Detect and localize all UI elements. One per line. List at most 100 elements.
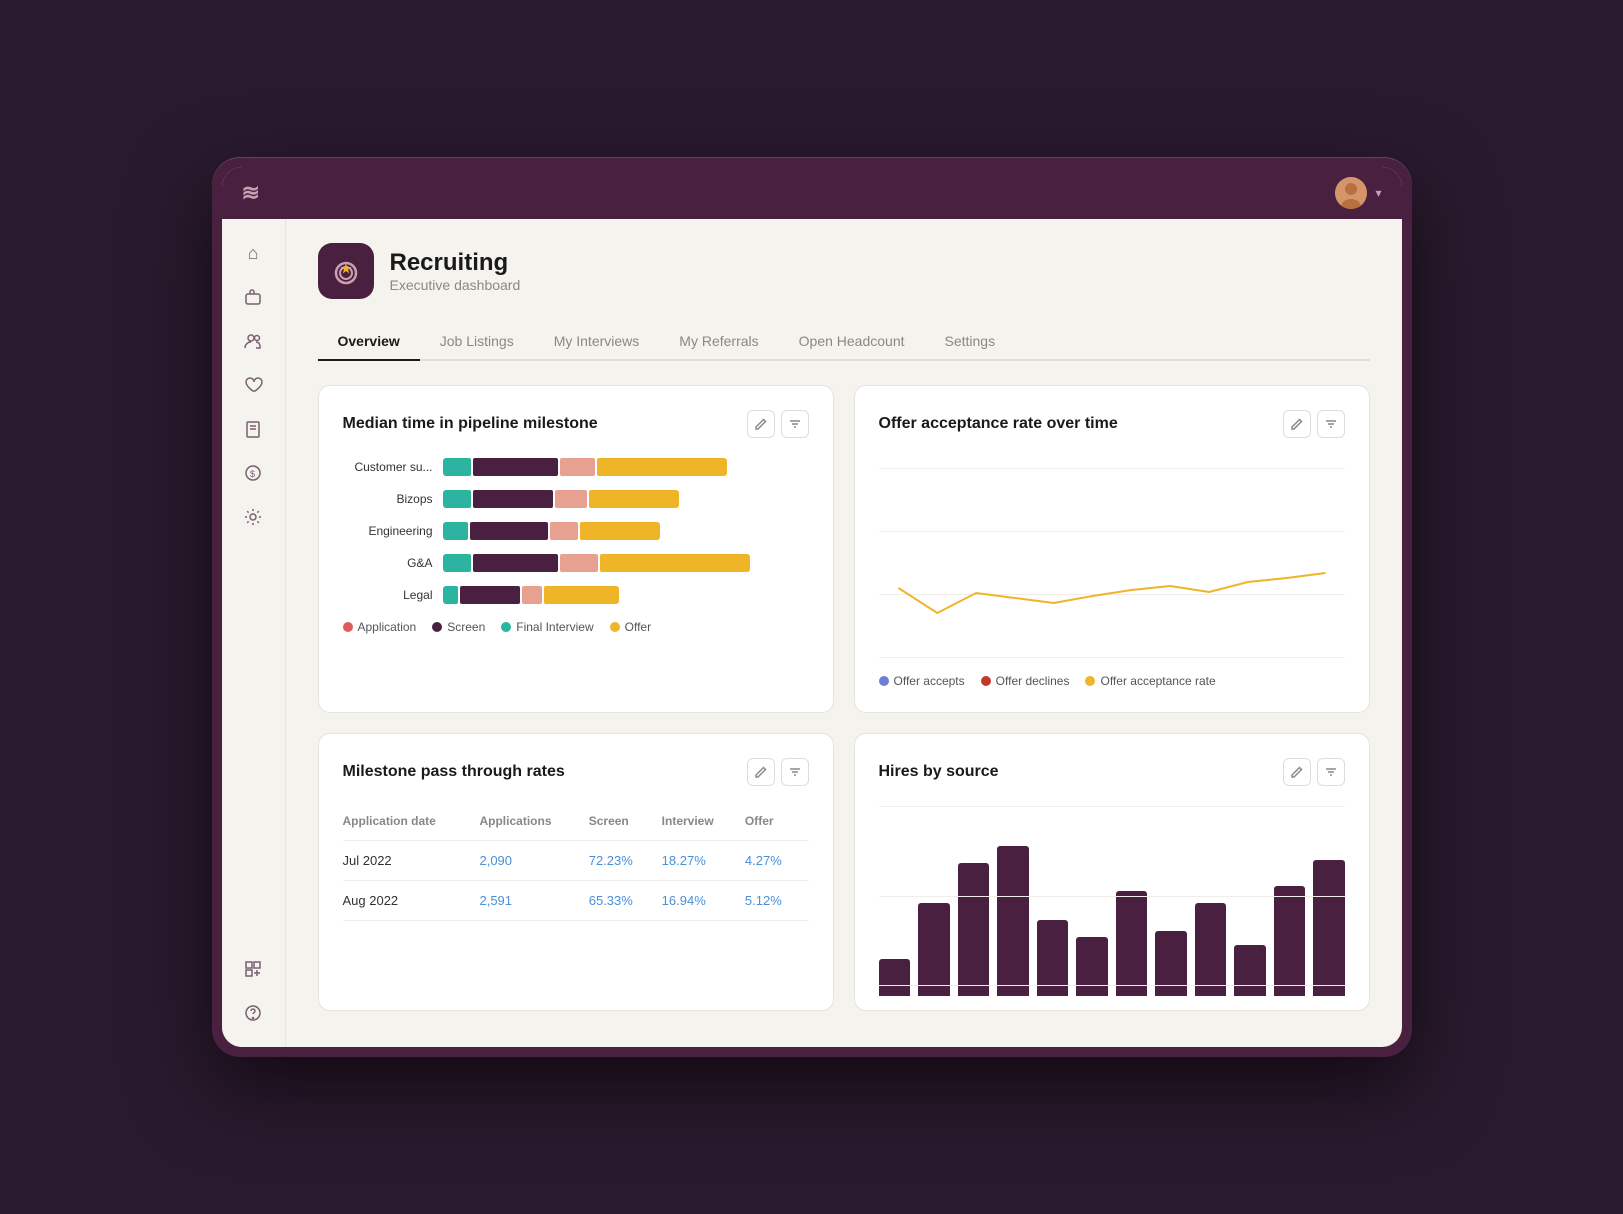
stacked-bar-legal [443, 586, 619, 604]
milestone-card-header: Milestone pass through rates [343, 758, 809, 786]
offer-chart-container [879, 458, 1345, 658]
hires-bar [1116, 891, 1148, 996]
sidebar: ⌂ [222, 219, 286, 1047]
cell-applications: 2,591 [479, 881, 588, 921]
milestone-card: Milestone pass through rates [318, 733, 834, 1011]
milestone-card-title: Milestone pass through rates [343, 763, 565, 781]
pipeline-edit-button[interactable] [747, 410, 775, 438]
line-chart-svg [879, 468, 1345, 658]
offer-bars [879, 468, 1345, 658]
hires-card-header: Hires by source [879, 758, 1345, 786]
sidebar-item-heart[interactable] [235, 367, 271, 403]
hires-bars [879, 816, 1345, 996]
hires-card-actions [1283, 758, 1345, 786]
cell-date: Aug 2022 [343, 881, 480, 921]
screen: ≋ ▾ ⌂ [222, 167, 1402, 1047]
pipeline-card-header: Median time in pipeline milestone [343, 410, 809, 438]
pipeline-filter-button[interactable] [781, 410, 809, 438]
hires-edit-button[interactable] [1283, 758, 1311, 786]
device-frame: ≋ ▾ ⌂ [212, 157, 1412, 1057]
table-row: Aug 2022 2,591 65.33% 16.94% 5.12% [343, 881, 809, 921]
sidebar-item-briefcase[interactable] [235, 279, 271, 315]
cell-screen: 72.23% [589, 841, 662, 881]
sidebar-item-home[interactable]: ⌂ [235, 235, 271, 271]
hires-card-title: Hires by source [879, 763, 999, 781]
legend-offer: Offer [610, 620, 651, 634]
legend-application: Application [343, 620, 417, 634]
legend-offer-declines: Offer declines [981, 674, 1070, 688]
tab-my-interviews[interactable]: My Interviews [534, 323, 660, 359]
table-row: Jul 2022 2,090 72.23% 18.27% 4.27% [343, 841, 809, 881]
content-area: Recruiting Executive dashboard Overview … [286, 219, 1402, 1047]
app-title: Recruiting Executive dashboard [390, 249, 521, 293]
milestone-filter-button[interactable] [781, 758, 809, 786]
bar-label-bizops: Bizops [343, 492, 433, 506]
hires-bar [1037, 920, 1069, 997]
tab-job-listings[interactable]: Job Listings [420, 323, 534, 359]
milestone-edit-button[interactable] [747, 758, 775, 786]
sidebar-item-help[interactable] [235, 995, 271, 1031]
hires-bar [997, 846, 1029, 996]
cell-screen: 65.33% [589, 881, 662, 921]
hires-filter-button[interactable] [1317, 758, 1345, 786]
sidebar-item-settings[interactable] [235, 499, 271, 535]
cell-offer: 5.12% [745, 881, 809, 921]
offer-legend: Offer accepts Offer declines Offer accep… [879, 674, 1345, 688]
segment-offer [597, 458, 727, 476]
milestone-card-actions [747, 758, 809, 786]
hires-bar [1274, 886, 1306, 997]
hires-bar [918, 903, 950, 997]
bar-row-engineering: Engineering [343, 522, 809, 540]
pipeline-bar-chart: Customer su... Bizops [343, 458, 809, 604]
bar-label-customer: Customer su... [343, 460, 433, 474]
segment-screen [473, 458, 558, 476]
legend-final-interview: Final Interview [501, 620, 593, 634]
col-header-screen: Screen [589, 806, 662, 841]
offer-filter-button[interactable] [1317, 410, 1345, 438]
bar-label-legal: Legal [343, 588, 433, 602]
bar-label-engineering: Engineering [343, 524, 433, 538]
page-title: Recruiting [390, 249, 521, 277]
stacked-bar-bizops [443, 490, 679, 508]
tab-overview[interactable]: Overview [318, 323, 420, 359]
hires-bar [1155, 931, 1187, 996]
hires-bar [879, 959, 911, 996]
col-header-offer: Offer [745, 806, 809, 841]
stacked-bar-gna [443, 554, 750, 572]
col-header-date: Application date [343, 806, 480, 841]
hires-bar [1195, 903, 1227, 997]
sidebar-item-book[interactable] [235, 411, 271, 447]
tab-nav: Overview Job Listings My Interviews My R… [318, 323, 1370, 361]
cell-date: Jul 2022 [343, 841, 480, 881]
hires-bar [1313, 860, 1345, 996]
tab-my-referrals[interactable]: My Referrals [659, 323, 778, 359]
sidebar-item-grid-plus[interactable] [235, 951, 271, 987]
sidebar-item-people[interactable] [235, 323, 271, 359]
pipeline-card-actions [747, 410, 809, 438]
bar-row-legal: Legal [343, 586, 809, 604]
col-header-interview: Interview [662, 806, 745, 841]
page-subtitle: Executive dashboard [390, 277, 521, 293]
legend-offer-acceptance-rate: Offer acceptance rate [1085, 674, 1215, 688]
legend-offer-accepts: Offer accepts [879, 674, 965, 688]
bar-row-bizops: Bizops [343, 490, 809, 508]
cell-applications: 2,090 [479, 841, 588, 881]
cell-interview: 18.27% [662, 841, 745, 881]
offer-edit-button[interactable] [1283, 410, 1311, 438]
offer-card-actions [1283, 410, 1345, 438]
tab-settings[interactable]: Settings [925, 323, 1016, 359]
hires-chart-container [879, 806, 1345, 986]
col-header-applications: Applications [479, 806, 588, 841]
pipeline-card-title: Median time in pipeline milestone [343, 415, 598, 433]
stacked-bar-customer [443, 458, 727, 476]
avatar[interactable] [1335, 177, 1367, 209]
chevron-down-icon: ▾ [1375, 186, 1381, 200]
tab-open-headcount[interactable]: Open Headcount [779, 323, 925, 359]
stacked-bar-engineering [443, 522, 660, 540]
offer-card: Offer acceptance rate over time [854, 385, 1370, 713]
sidebar-item-coin[interactable]: $ [235, 455, 271, 491]
bar-row-gna: G&A [343, 554, 809, 572]
milestone-table: Application date Applications Screen Int… [343, 806, 809, 921]
legend-screen: Screen [432, 620, 485, 634]
pipeline-card: Median time in pipeline milestone [318, 385, 834, 713]
